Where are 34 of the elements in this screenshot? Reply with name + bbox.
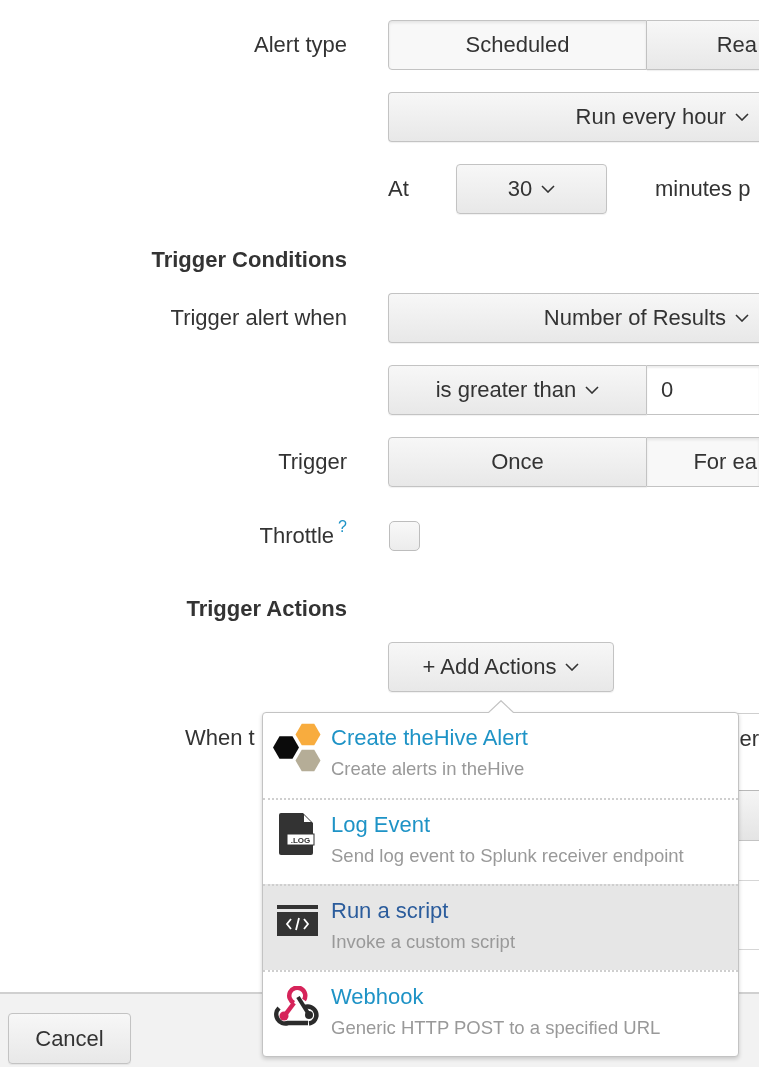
segment-tab[interactable]: For ea xyxy=(647,437,759,487)
cancel-button[interactable]: Cancel xyxy=(8,1013,131,1064)
segment-tab[interactable]: Scheduled xyxy=(388,20,647,70)
segment-tab[interactable]: Once xyxy=(388,437,647,487)
caret-icon xyxy=(735,113,749,121)
checkbox[interactable] xyxy=(389,521,420,551)
dropdown-button[interactable]: Number of Results xyxy=(388,293,759,343)
select-button[interactable] xyxy=(739,789,759,841)
field-label: When t xyxy=(185,725,255,751)
menu-item[interactable]: Run a script Invoke a custom script xyxy=(263,884,738,970)
field-label: minutes p xyxy=(655,176,751,202)
caret-icon xyxy=(585,386,600,394)
dropdown-button[interactable]: is greater than xyxy=(388,365,647,415)
help-link[interactable]: ? xyxy=(338,518,347,536)
section-heading: Trigger Actions xyxy=(186,596,347,622)
hexagons-icon xyxy=(273,722,321,772)
code-window-icon xyxy=(276,904,318,936)
add-actions-button[interactable]: + Add Actions xyxy=(388,642,614,692)
field-label: Alert type xyxy=(254,32,347,58)
log-file-icon: .LOG xyxy=(279,813,315,855)
caret-icon xyxy=(735,314,749,322)
caret-icon xyxy=(541,185,556,193)
section-heading: Trigger Conditions xyxy=(151,247,347,273)
dropdown-button[interactable]: Run every hour xyxy=(388,92,759,142)
field-label: Trigger alert when xyxy=(170,305,347,331)
number-input[interactable]: 0 xyxy=(647,365,759,415)
field-label: At xyxy=(388,176,410,202)
dropdown-button[interactable]: 30 xyxy=(456,164,607,214)
webhook-icon xyxy=(273,985,321,1027)
action-label: er xyxy=(739,725,759,752)
caret-icon xyxy=(565,663,580,671)
segment-tab[interactable]: Rea xyxy=(647,20,759,70)
field-label: Trigger xyxy=(278,449,347,475)
field-label: Throttle xyxy=(259,523,335,549)
